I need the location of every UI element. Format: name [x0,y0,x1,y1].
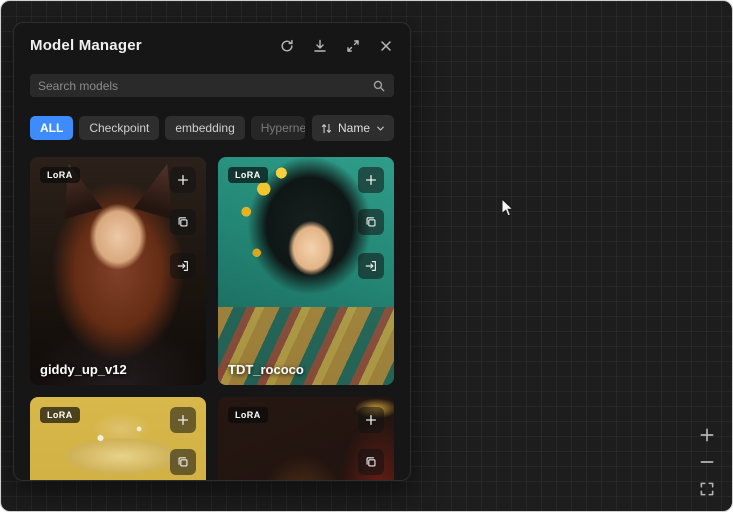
filter-chip-hypernetwork[interactable]: Hypernetwork [251,116,305,140]
sort-dropdown[interactable]: Name [312,115,394,141]
model-type-badge: LoRA [228,167,268,183]
close-icon[interactable] [378,38,394,54]
add-model-button[interactable] [170,407,196,433]
model-type-badge: LoRA [228,407,268,423]
model-card[interactable]: LoRA TDT_rococo [218,157,394,385]
node-canvas[interactable]: Model Manager [0,0,733,512]
filter-chip-checkpoint[interactable]: Checkpoint [79,116,159,140]
zoom-in-icon[interactable] [698,426,716,444]
refresh-icon[interactable] [279,38,295,54]
download-icon[interactable] [312,38,328,54]
model-type-badge: LoRA [40,167,80,183]
model-card[interactable]: LoRA [218,397,394,481]
copy-model-button[interactable] [358,209,384,235]
model-card-grid: LoRA giddy_up_v12 LoRA [30,157,394,481]
copy-model-button[interactable] [358,449,384,475]
panel-header: Model Manager [14,23,410,70]
mouse-cursor [501,198,514,223]
model-card[interactable]: LoRA giddy_up_v12 [30,157,206,385]
model-card[interactable]: LoRA [30,397,206,481]
add-model-button[interactable] [358,407,384,433]
search-icon[interactable] [372,79,386,93]
sort-label: Name [338,121,370,135]
model-type-badge: LoRA [40,407,80,423]
search-input[interactable] [38,79,372,93]
filter-chip-all[interactable]: ALL [30,116,73,140]
fit-view-icon[interactable] [698,480,716,498]
search-bar [30,74,394,97]
load-model-button[interactable] [358,253,384,279]
panel-header-icons [279,38,394,54]
model-name: TDT_rococo [228,362,304,377]
copy-model-button[interactable] [170,449,196,475]
canvas-toolbar [698,426,716,498]
expand-icon[interactable] [345,38,361,54]
add-model-button[interactable] [358,167,384,193]
model-name: giddy_up_v12 [40,362,127,377]
load-model-button[interactable] [170,253,196,279]
zoom-out-icon[interactable] [698,453,716,471]
filter-chip-embedding[interactable]: embedding [165,116,244,140]
model-manager-panel: Model Manager [13,22,411,481]
sort-icon [320,122,333,135]
copy-model-button[interactable] [170,209,196,235]
filter-bar: ALL Checkpoint embedding Hypernetwork Na… [30,115,394,141]
add-model-button[interactable] [170,167,196,193]
chevron-down-icon [375,123,386,134]
panel-title: Model Manager [30,37,142,54]
